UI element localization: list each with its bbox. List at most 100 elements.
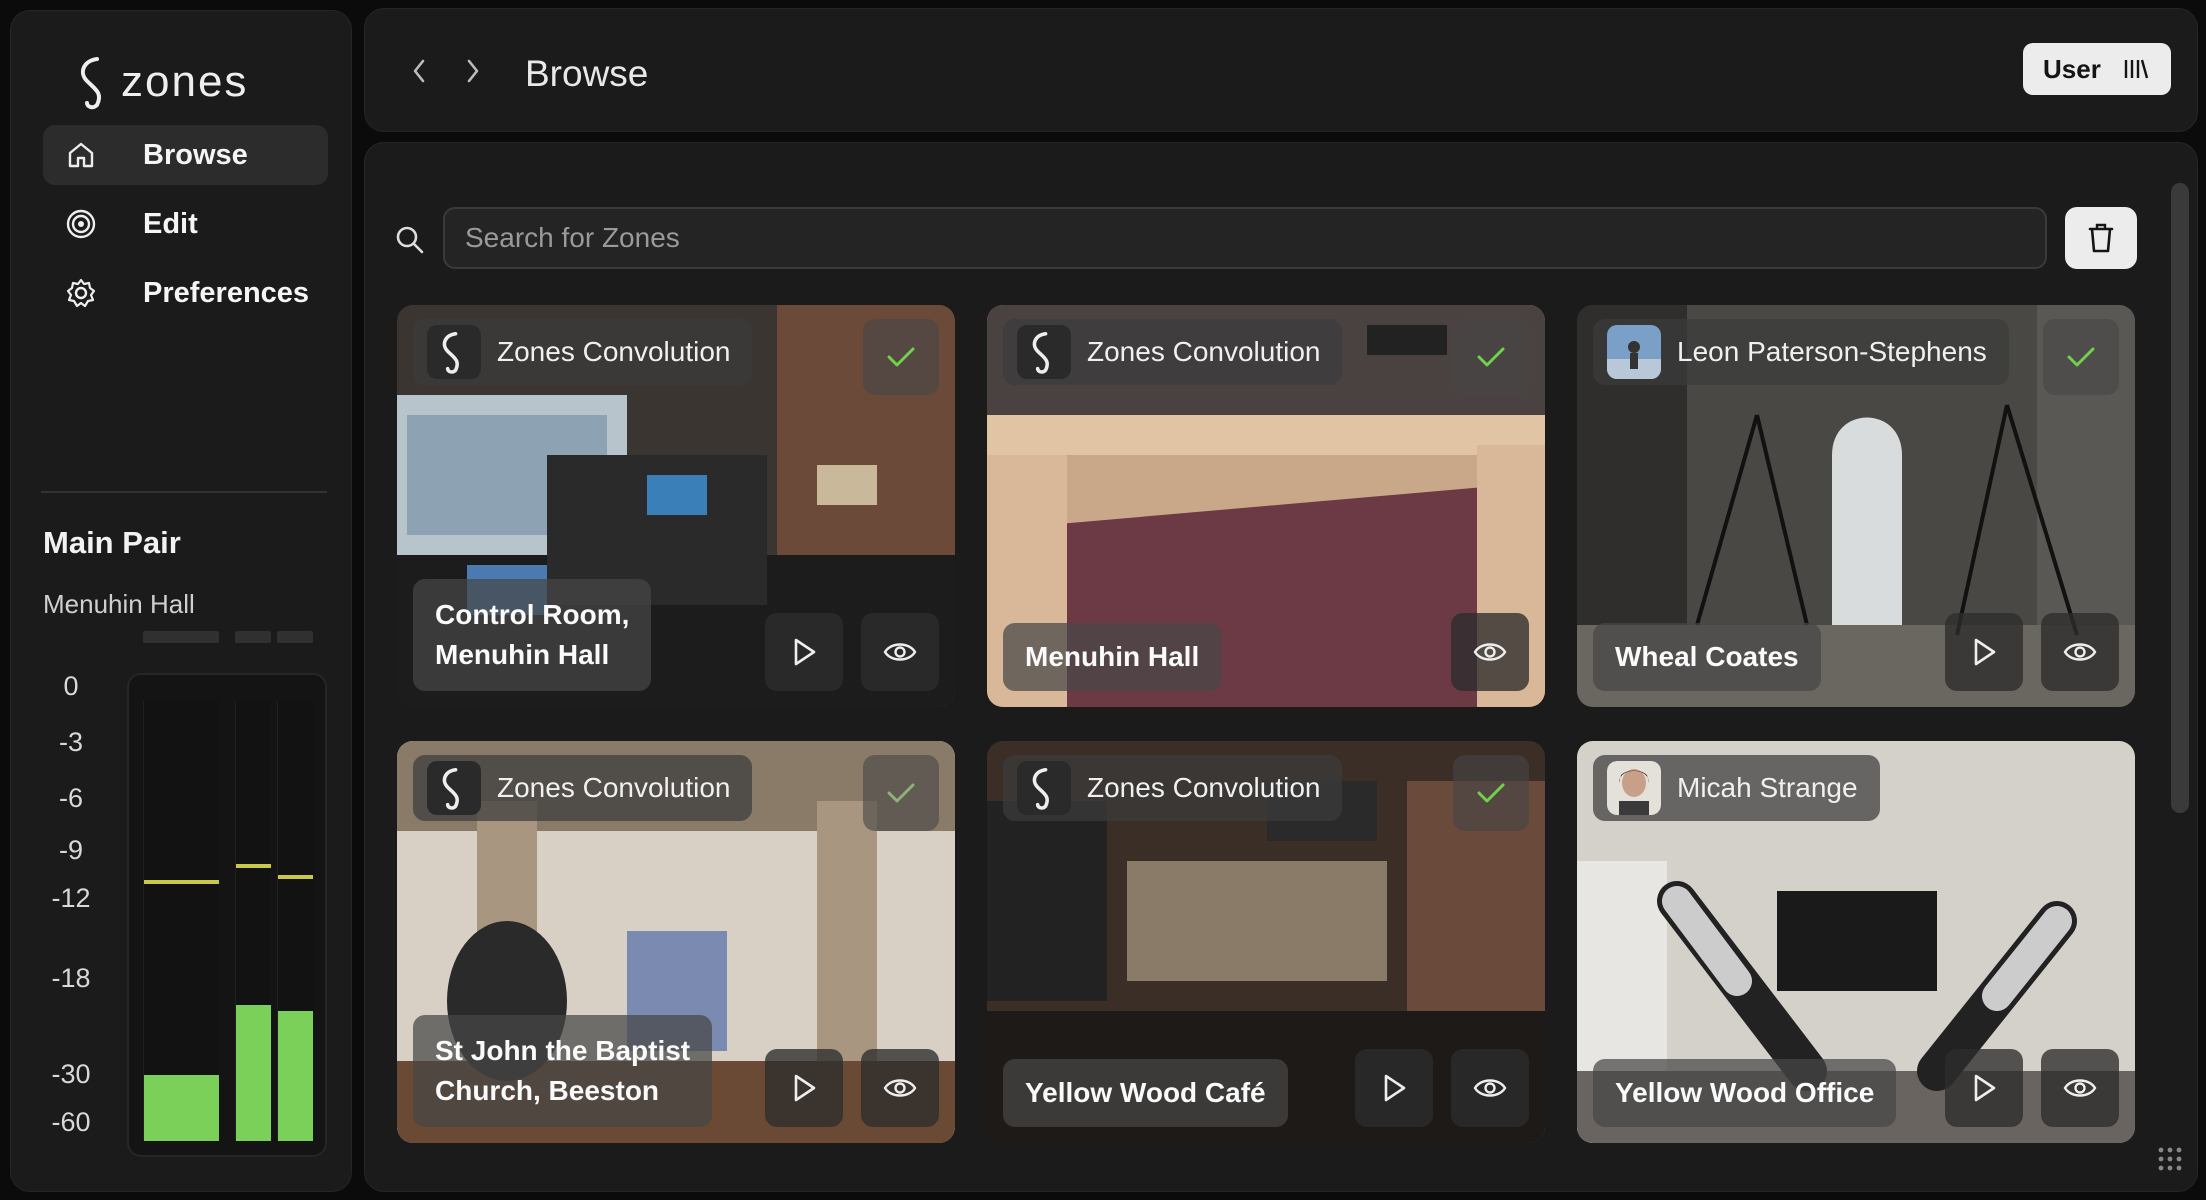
author-avatar	[1607, 761, 1661, 815]
back-button[interactable]	[401, 53, 437, 89]
author-tag: Zones Convolution	[413, 319, 753, 385]
nav-item-label: Edit	[143, 207, 198, 240]
meter-caps	[131, 631, 321, 651]
meter-peak-marker	[236, 864, 271, 869]
selected-check[interactable]	[2043, 319, 2119, 395]
nav-item-preferences[interactable]: Preferences	[43, 263, 328, 323]
meter-peak-marker	[278, 875, 313, 880]
view-button[interactable]	[861, 1049, 939, 1127]
meter-channel	[143, 701, 219, 1141]
check-icon	[1477, 347, 1505, 367]
play-icon	[794, 1074, 816, 1102]
user-button[interactable]: User	[2023, 43, 2171, 95]
play-button[interactable]	[1355, 1049, 1433, 1127]
trash-icon	[2088, 223, 2114, 253]
eye-icon	[883, 1079, 917, 1097]
zone-card-yellow-wood-cafe[interactable]: Zones Convolution Yellow Wood Café	[987, 741, 1545, 1143]
zones-logo-icon	[80, 57, 102, 110]
zone-card-wheal-coates[interactable]: Leon Paterson-Stephens Wheal Coates	[1577, 305, 2135, 707]
author-tag: Zones Convolution	[1003, 319, 1343, 385]
view-button[interactable]	[1451, 613, 1529, 691]
zones-logo-icon	[1017, 325, 1071, 379]
zone-title: St John the Baptist Church, Beeston	[413, 1015, 713, 1127]
selected-check[interactable]	[1453, 755, 1529, 831]
check-icon	[1477, 783, 1505, 803]
search-input[interactable]	[443, 207, 2047, 269]
author-name: Leon Paterson-Stephens	[1677, 336, 1987, 367]
page-title: Browse	[525, 53, 649, 94]
scrollbar[interactable]	[2171, 183, 2189, 813]
meter-scale-label: 0	[63, 671, 79, 701]
zone-title: Menuhin Hall	[1003, 623, 1222, 691]
author-tag: Leon Paterson-Stephens	[1593, 319, 2009, 385]
play-button[interactable]	[765, 613, 843, 691]
user-button-label: User	[2043, 53, 2101, 84]
meter-scale-label: -60	[51, 1107, 91, 1137]
library-icon	[2123, 57, 2149, 81]
author-name: Zones Convolution	[1087, 772, 1321, 803]
author-tag: Zones Convolution	[1003, 755, 1343, 821]
monitor-zone: Menuhin Hall	[43, 589, 195, 619]
zone-title-line: Menuhin Hall	[435, 639, 610, 670]
meter-peak-marker	[144, 879, 219, 884]
zone-title: Yellow Wood Office	[1593, 1059, 1897, 1127]
zone-title-line: St John the Baptist	[435, 1035, 691, 1066]
monitor-title: Main Pair	[43, 525, 181, 560]
nav-item-label: Browse	[143, 138, 248, 171]
meter-scale-label: -9	[58, 835, 83, 865]
zone-title-line: Yellow Wood Office	[1615, 1077, 1875, 1108]
target-icon	[61, 204, 101, 244]
meter-cap	[235, 631, 271, 643]
meter-level-fill	[236, 1004, 271, 1141]
zone-title-line: Yellow Wood Café	[1025, 1077, 1266, 1108]
play-button[interactable]	[765, 1049, 843, 1127]
view-button[interactable]	[2041, 613, 2119, 691]
view-button[interactable]	[861, 613, 939, 691]
zones-logo-icon	[427, 325, 481, 379]
zone-card-st-john-church[interactable]: Zones Convolution St John the Baptist Ch…	[397, 741, 955, 1143]
nav-item-edit[interactable]: Edit	[43, 194, 328, 254]
selected-check[interactable]	[863, 319, 939, 395]
play-button[interactable]	[1945, 613, 2023, 691]
author-tag: Micah Strange	[1593, 755, 1880, 821]
meter-scale-label: -6	[58, 783, 83, 813]
meter-scale: 0 -3 -6 -9 -12 -18 -30 -60	[41, 671, 111, 1151]
zone-title-line: Church, Beeston	[435, 1075, 660, 1106]
zone-card-menuhin-hall[interactable]: Zones Convolution Menuhin Hall	[987, 305, 1545, 707]
level-meter	[127, 673, 327, 1157]
view-button[interactable]	[1451, 1049, 1529, 1127]
author-name: Micah Strange	[1677, 772, 1858, 803]
author-name: Zones Convolution	[497, 336, 731, 367]
forward-button[interactable]	[455, 53, 491, 89]
nav-item-browse[interactable]: Browse	[43, 125, 328, 185]
selected-check[interactable]	[863, 755, 939, 831]
view-button[interactable]	[2041, 1049, 2119, 1127]
zone-card-control-room[interactable]: Zones Convolution Control Room, Menuhin …	[397, 305, 955, 707]
meter-channel	[277, 701, 313, 1141]
play-button[interactable]	[1945, 1049, 2023, 1127]
zones-logo-icon	[1017, 761, 1071, 815]
home-icon	[61, 135, 101, 175]
zone-title: Wheal Coates	[1593, 623, 1821, 691]
check-icon	[887, 783, 915, 803]
zones-logo-icon	[427, 761, 481, 815]
meter-level-fill	[144, 1075, 219, 1141]
author-avatar	[1607, 325, 1661, 379]
zone-title-line: Wheal Coates	[1615, 641, 1799, 672]
zone-title: Yellow Wood Café	[1003, 1059, 1288, 1127]
search-icon	[395, 225, 425, 260]
selected-check[interactable]	[1453, 319, 1529, 395]
app-logo: zones	[73, 53, 248, 111]
main-nav: Browse Edit Preferences	[43, 125, 328, 332]
play-icon	[1384, 1074, 1406, 1102]
play-icon	[1974, 638, 1996, 666]
sidebar: zones Browse Edit Preferences Main Pair …	[10, 10, 352, 1192]
zone-card-yellow-wood-office[interactable]: Micah Strange Yellow Wood Office	[1577, 741, 2135, 1143]
app-name: zones	[121, 57, 249, 106]
grip-dots-icon[interactable]	[2157, 1146, 2183, 1177]
delete-button[interactable]	[2065, 207, 2137, 269]
nav-item-label: Preferences	[143, 276, 310, 309]
meter-channel	[235, 701, 271, 1141]
eye-icon	[1473, 643, 1507, 661]
eye-icon	[2063, 643, 2097, 661]
